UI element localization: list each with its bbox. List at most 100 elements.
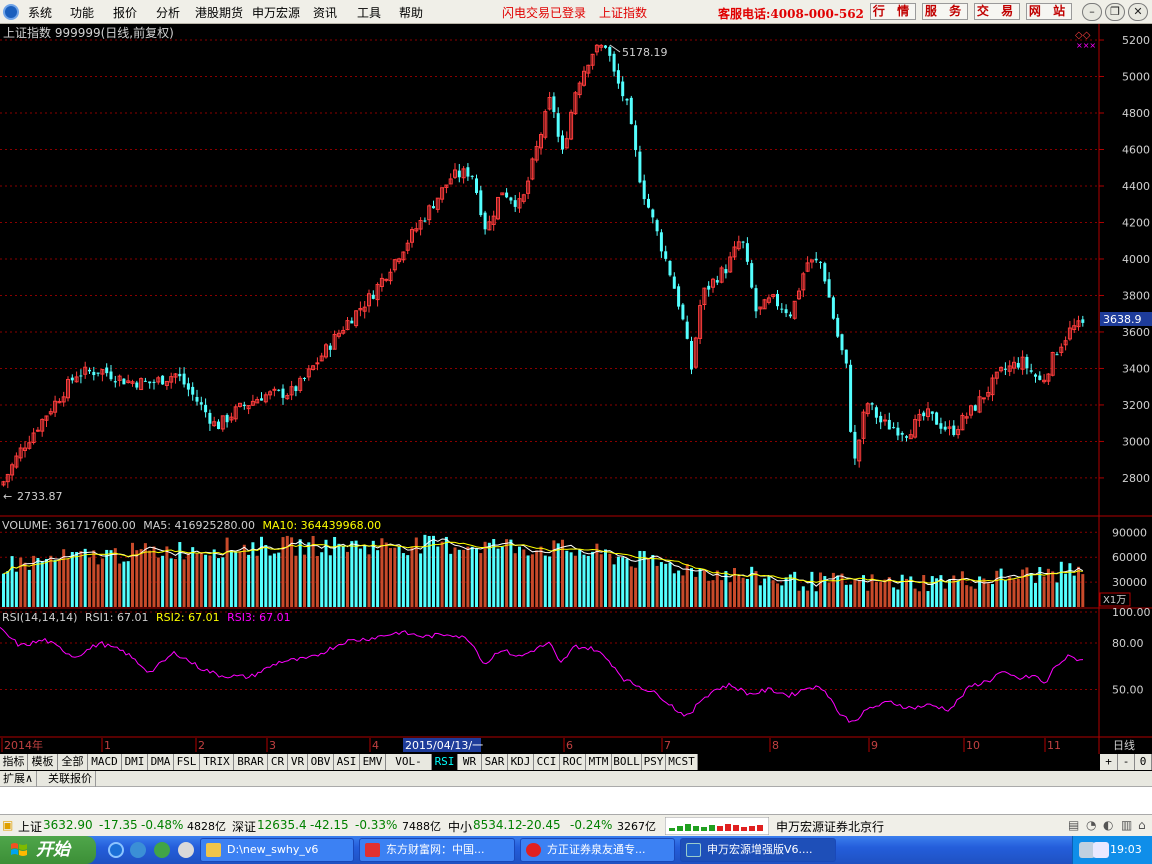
trade-button[interactable]: 交 易	[974, 3, 1020, 20]
candle-down	[143, 380, 147, 382]
volume-bar	[131, 542, 134, 607]
website-button[interactable]: 网 站	[1026, 3, 1072, 20]
volume-bar	[930, 576, 934, 607]
related-quote-panel	[0, 787, 1152, 814]
task-founder[interactable]: 方正证券泉友通专...	[520, 838, 675, 862]
indicator-tab-cci[interactable]: CCI	[534, 754, 560, 770]
candle-down	[88, 369, 91, 372]
indicator-tab-roc[interactable]: ROC	[560, 754, 586, 770]
restore-button[interactable]: ❐	[1105, 3, 1125, 21]
volume-bar	[6, 571, 10, 607]
menu-news[interactable]: 资讯	[313, 4, 337, 21]
ie-icon[interactable]	[108, 842, 124, 858]
menu-quote[interactable]: 报价	[113, 4, 137, 21]
candle-down	[659, 232, 663, 252]
notepad-icon[interactable]: ▤	[1068, 818, 1079, 832]
indicator-tab-全部[interactable]: 全部	[58, 754, 88, 770]
indicator-tab-vr[interactable]: VR	[288, 754, 308, 770]
menu-analysis[interactable]: 分析	[156, 4, 180, 21]
menu-function[interactable]: 功能	[70, 4, 94, 21]
candle-down	[935, 412, 939, 425]
task-eastmoney[interactable]: 东方财富网：中国...	[359, 838, 515, 862]
volume-bar	[758, 585, 762, 607]
indicator-tab-模板[interactable]: 模板	[28, 754, 58, 770]
expand-toggle[interactable]: 扩展∧	[0, 771, 38, 787]
indicator-tab-brar[interactable]: BRAR	[234, 754, 268, 770]
candle-down	[973, 405, 977, 411]
player-icon[interactable]	[154, 842, 170, 858]
service-button[interactable]: 服 务	[922, 3, 968, 20]
period-label[interactable]: 日线	[1113, 738, 1135, 752]
indicator-tab-sar[interactable]: SAR	[482, 754, 508, 770]
index-status-bar: ▣ 上证 3632.90 -17.35 -0.48% 4828亿 深证 1263…	[0, 814, 1152, 836]
sme-index-name[interactable]: 中小	[448, 818, 472, 835]
indicator-tab-asi[interactable]: ASI	[334, 754, 360, 770]
browser-icon	[365, 843, 380, 857]
volume-bar	[346, 551, 349, 607]
volume-bar	[1051, 571, 1055, 607]
price-tick-label: 5200	[1122, 34, 1150, 47]
message-icon[interactable]: ▥	[1121, 818, 1132, 832]
menu-swhy[interactable]: 申万宏源	[252, 4, 300, 21]
indicator-tab-指标[interactable]: 指标	[0, 754, 28, 770]
indicator-tab-psy[interactable]: PSY	[642, 754, 666, 770]
low-price-arrow-icon: ←	[3, 490, 12, 503]
desktop-icon[interactable]	[130, 842, 146, 858]
volume-bar	[354, 540, 358, 607]
volume-bar	[427, 535, 431, 607]
speaker-icon[interactable]: ◐	[1103, 818, 1113, 832]
swhy-icon	[686, 843, 701, 857]
candle-down	[371, 294, 375, 299]
indicator-tab-kdj[interactable]: KDJ	[508, 754, 534, 770]
indicator-tab-cr[interactable]: CR	[268, 754, 288, 770]
start-button[interactable]: 开始	[0, 836, 96, 864]
indicator-tab-boll[interactable]: BOLL	[612, 754, 642, 770]
volume-bar	[432, 535, 435, 607]
close-button[interactable]: ✕	[1128, 3, 1148, 21]
volume-bar	[522, 549, 526, 607]
zoom-out-button[interactable]: -	[1118, 754, 1135, 770]
indicator-tab-fsl[interactable]: FSL	[174, 754, 200, 770]
candle-down	[776, 293, 779, 307]
indicator-tab-obv[interactable]: OBV	[308, 754, 334, 770]
indicator-tab-dma[interactable]: DMA	[148, 754, 174, 770]
kline-chart[interactable]: 上证指数 999999(日线,前复权) 5178.19 ← 2733.87 ◇◇…	[0, 24, 1152, 754]
candle-down	[943, 426, 947, 430]
indicator-tab-emv[interactable]: EMV	[360, 754, 386, 770]
service-hotline: 客服电话:4008-000-562	[718, 7, 864, 21]
candle-down	[1016, 362, 1020, 368]
volume-bar	[917, 591, 921, 607]
shield-icon[interactable]	[1093, 842, 1109, 858]
zoom-in-button[interactable]: +	[1100, 754, 1118, 770]
indicator-tab-dmi[interactable]: DMI	[122, 754, 148, 770]
sz-index-name[interactable]: 深证	[232, 818, 256, 835]
indicator-tab-rsi[interactable]: RSI	[432, 754, 458, 770]
sh-index-price: 3632.90	[43, 818, 93, 832]
reset-button[interactable]: 0	[1135, 754, 1152, 770]
indicator-tab-wr[interactable]: WR	[458, 754, 482, 770]
minimize-button[interactable]: –	[1082, 3, 1102, 21]
menu-tools[interactable]: 工具	[357, 4, 381, 21]
indicator-tab-mtm[interactable]: MTM	[586, 754, 612, 770]
menu-system[interactable]: 系统	[28, 4, 52, 21]
price-tick-label: 3000	[1122, 435, 1150, 448]
date-tick-label: 1	[104, 739, 111, 752]
task-explorer[interactable]: D:\new_swhy_v6	[200, 838, 354, 862]
sh-index-name[interactable]: 上证	[18, 818, 42, 835]
related-quotes-tab[interactable]: 关联报价	[45, 771, 96, 787]
menu-help[interactable]: 帮助	[399, 4, 423, 21]
quicklaunch-icon[interactable]	[178, 842, 194, 858]
volume-bar	[277, 552, 281, 607]
indicator-tab-macd[interactable]: MACD	[88, 754, 122, 770]
volume-bar	[182, 559, 186, 607]
indicator-tab-mcst[interactable]: MCST	[666, 754, 698, 770]
indicator-tab-vol-tdx[interactable]: VOL-TDX	[386, 754, 432, 784]
lock-icon[interactable]: ⌂	[1138, 818, 1146, 832]
market-button[interactable]: 行 情	[870, 3, 916, 20]
task-swhy[interactable]: 申万宏源增强版V6....	[680, 838, 836, 862]
volume-bar	[315, 556, 319, 607]
indicator-tab-trix[interactable]: TRIX	[200, 754, 234, 770]
candle-down	[844, 349, 848, 364]
candle-down	[432, 206, 435, 209]
menu-hk-futures[interactable]: 港股期货	[195, 4, 243, 21]
